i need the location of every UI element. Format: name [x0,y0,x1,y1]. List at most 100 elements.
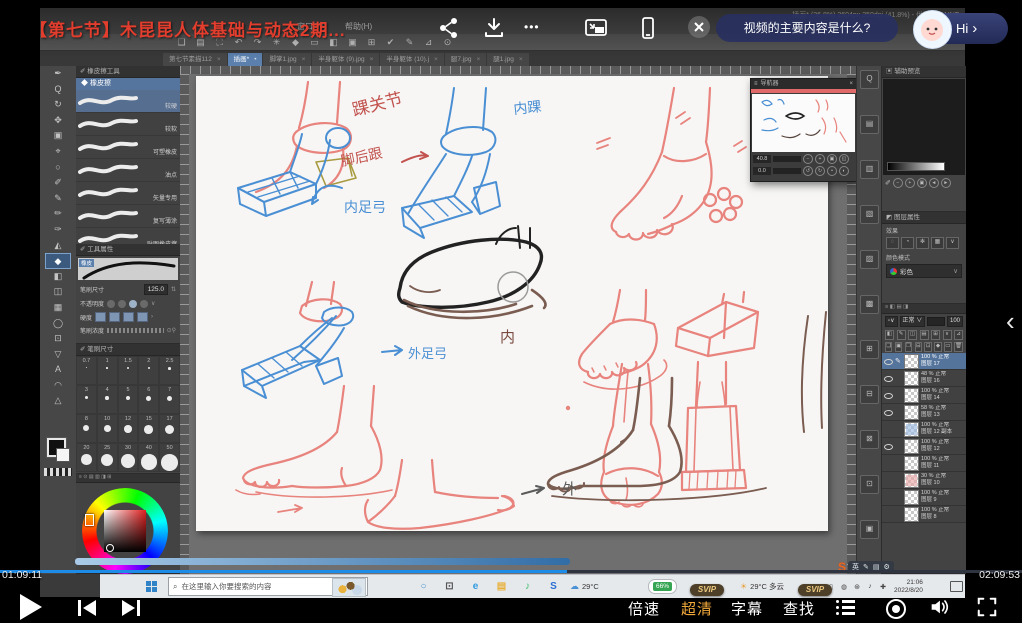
layer-row[interactable]: ✎ 100 % 正常图层 11 [882,455,966,472]
layer-lock-icon[interactable]: ◧ [885,330,894,340]
tool-icon[interactable]: A [45,362,71,378]
tool-icon[interactable]: ↻ [45,97,71,113]
panel-launcher-icon[interactable]: ▩ [860,295,879,314]
brush-size-cell[interactable]: 7 [159,385,180,414]
panel-launcher-icon[interactable]: ▥ [860,160,879,179]
subtool-item[interactable]: 油点 [76,159,180,182]
tool-icon[interactable]: △ [45,393,71,409]
brush-size-cell[interactable]: 6 [138,385,159,414]
tool-icon[interactable]: ◫ [45,284,71,300]
brush-size-cell[interactable]: 3 [76,385,97,414]
layer-row[interactable]: ✎ 100 % 正常图层 8 [882,506,966,523]
layer-visibility-toggle[interactable] [884,425,893,434]
brush-size-cell[interactable]: 30 [118,443,139,472]
volume-icon[interactable] [928,596,950,618]
subtool-item[interactable]: 矢量专用 [76,182,180,205]
brush-size-cell[interactable]: 2.5 [159,356,180,385]
color-mode-dropdown[interactable]: 彩色 ∨ [886,264,962,278]
next-episode-button[interactable] [120,599,142,617]
layer-thumbnail[interactable] [904,507,919,522]
taskbar-app-icon[interactable]: ○ [416,579,431,594]
zoom-in-icon[interactable]: + [815,154,825,164]
brush-size-cell[interactable]: 40 [138,443,159,472]
tool-icon[interactable]: ▣ [45,128,71,144]
taskbar-app-icon[interactable]: ⊡ [442,579,457,594]
download-icon[interactable] [482,16,506,40]
brush-size-cell[interactable]: 0.7 [76,356,97,385]
fullscreen-icon[interactable] [976,596,998,618]
side-panel-collapse-icon[interactable]: ‹ [1006,306,1015,337]
progress-bar[interactable] [0,570,1022,573]
brush-size-cell[interactable]: 15 [138,414,159,443]
tool-icon[interactable]: ✎ [45,191,71,207]
brush-size-cell[interactable]: 17 [159,414,180,443]
brush-size-cell[interactable]: 2 [138,356,159,385]
find-button[interactable]: 查找 [783,598,815,619]
tool-icon[interactable]: ◆ [45,253,71,269]
close-icon[interactable] [688,16,710,38]
panel-launcher-icon[interactable]: ▣ [860,520,879,539]
tool-icon[interactable]: ✐ [45,175,71,191]
layer-visibility-toggle[interactable] [884,442,893,451]
effect-icon[interactable]: ◌ [886,237,899,249]
layer-thumbnail[interactable] [904,490,919,505]
tray-icon[interactable]: ♪ [864,583,876,590]
layer-row[interactable]: ✎ 100 % 正常图层 17 [882,353,966,370]
eyedropper-icon[interactable]: ✐ [885,179,891,187]
zoom-reset-icon[interactable]: ◱ [839,154,849,164]
brush-size-cell[interactable]: 4 [97,385,118,414]
layer-row[interactable]: ✎ 100 % 正常图层 9 [882,489,966,506]
background-color-swatch[interactable] [56,448,70,462]
battery-widget[interactable]: 66% [648,575,677,598]
tool-icon[interactable]: ✒ [45,66,71,82]
layer-thumbnail[interactable] [904,456,919,471]
layer-visibility-toggle[interactable] [884,459,893,468]
panel-launcher-icon[interactable]: ⊠ [860,430,879,449]
subtool-item[interactable]: 较硬 [76,90,180,113]
subtool-selected[interactable]: ◆ 橡皮擦 [76,78,180,90]
layer-thumbnail[interactable] [904,439,919,454]
layer-row[interactable]: ✎ 100 % 正常图层 12 副本 [882,421,966,438]
hardness-slider[interactable] [95,312,106,322]
layer-visibility-toggle[interactable] [884,374,893,383]
layer-visibility-toggle[interactable] [884,476,893,485]
panel-launcher-icon[interactable]: ⊞ [860,340,879,359]
notification-center[interactable] [950,575,963,598]
navigator-rotate-value[interactable]: 0.0 [753,167,771,175]
brush-size-cell[interactable]: 1.5 [118,356,139,385]
layer-visibility-toggle[interactable] [884,391,893,400]
previous-episode-button[interactable] [76,599,98,617]
layer-visibility-toggle[interactable] [884,408,893,417]
navigator-zoom-value[interactable]: 40.8 [753,155,771,163]
layer-thumbnail[interactable] [904,405,919,420]
tool-icon[interactable]: ◧ [45,269,71,285]
brush-size-value[interactable]: 125.0 [144,284,168,295]
play-button[interactable] [20,594,42,620]
brush-size-cell[interactable]: 20 [76,443,97,472]
layer-row[interactable]: ✎ 58 % 正常图层 13 [882,404,966,421]
layer-visibility-toggle[interactable] [884,510,893,519]
panel-launcher-icon[interactable]: ▤ [860,115,879,134]
flip-icon[interactable]: ◐ [839,166,849,176]
brush-size-cell[interactable]: 1 [97,356,118,385]
panel-launcher-icon[interactable]: ▨ [860,250,879,269]
miniplayer-icon[interactable] [584,16,608,40]
cast-icon[interactable] [636,16,660,40]
layer-thumbnail[interactable] [904,422,919,437]
weather-tray[interactable]: ☀ 29°C 多云 [740,575,784,598]
opacity-slider[interactable] [927,317,945,326]
tool-icon[interactable]: ◯ [45,316,71,332]
navigator-close-icon[interactable]: × [849,79,853,89]
tray-icon[interactable]: ◍ [838,583,850,591]
tool-icon[interactable]: Q [45,82,71,98]
panel-launcher-icon[interactable]: ⊟ [860,385,879,404]
weather-widget[interactable]: ☁ 29°C [570,575,599,598]
tool-icon[interactable]: ▦ [45,300,71,316]
blend-mode-dropdown[interactable]: 正常 ∨ [900,316,926,327]
drawing-canvas[interactable]: 踝关节 脚后跟 内足弓 内踝 内 外足弓 外 [196,76,828,531]
layer-visibility-toggle[interactable] [884,493,893,502]
panel-launcher-icon[interactable]: Q [860,70,879,89]
subtitle-button[interactable]: 字幕 [731,598,763,619]
tool-icon[interactable]: ✑ [45,222,71,238]
panel-launcher-icon[interactable]: ⊡ [860,475,879,494]
